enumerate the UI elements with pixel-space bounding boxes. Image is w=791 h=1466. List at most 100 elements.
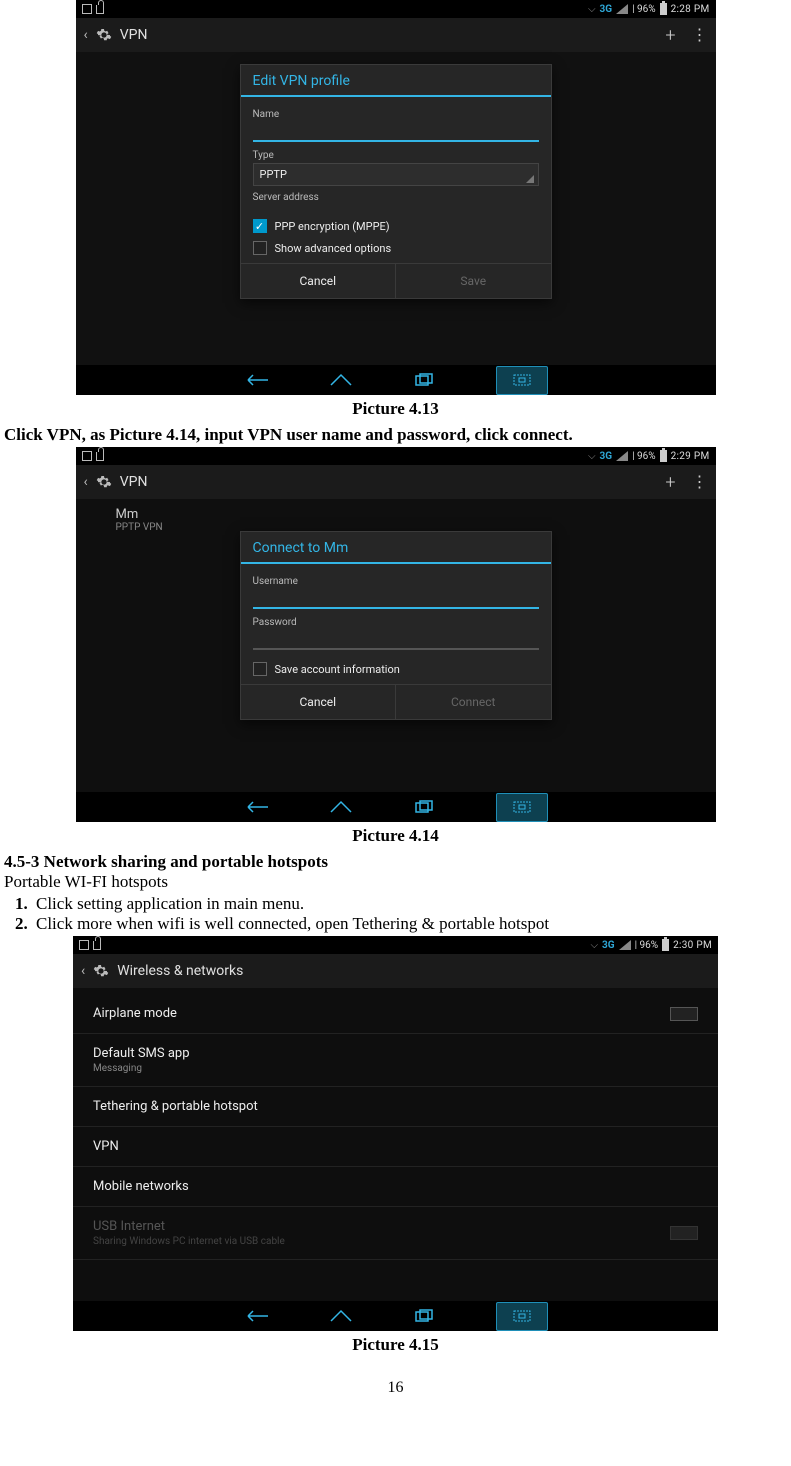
step-2: Click more when wifi is well connected, … — [32, 914, 787, 934]
nav-bar — [76, 365, 716, 395]
usb-internet-item: USB Internet Sharing Windows PC internet… — [73, 1207, 718, 1260]
back-caret-icon[interactable]: ‹ — [84, 474, 88, 490]
back-caret-icon[interactable]: ‹ — [81, 963, 85, 979]
caption-4-14: Picture 4.14 — [4, 826, 787, 846]
nav-home-icon[interactable] — [328, 1308, 354, 1324]
status-bar: ⌵ 3G | 96% 2:30 PM — [73, 936, 718, 954]
tethering-label: Tethering & portable hotspot — [93, 1099, 258, 1114]
settings-gear-icon[interactable] — [93, 963, 109, 979]
step-1: Click setting application in main menu. — [32, 894, 787, 914]
mobile-networks-item[interactable]: Mobile networks — [73, 1167, 718, 1207]
signal-icon — [616, 4, 628, 14]
airplane-mode-label: Airplane mode — [93, 1006, 177, 1021]
section-heading: 4.5-3 Network sharing and portable hotsp… — [4, 852, 787, 872]
settings-gear-icon[interactable] — [96, 474, 112, 490]
usb-internet-label: USB Internet — [93, 1219, 165, 1234]
default-sms-label: Default SMS app — [93, 1046, 190, 1061]
nav-back-icon[interactable] — [244, 372, 270, 388]
save-account-row[interactable]: Save account information — [253, 658, 539, 680]
battery-icon — [660, 450, 667, 462]
ppp-encryption-checkbox[interactable]: ✓ — [253, 219, 267, 233]
network-3g-label: 3G — [600, 4, 613, 15]
nav-back-icon[interactable] — [244, 799, 270, 815]
nav-screenshot-button[interactable] — [496, 366, 548, 395]
type-select[interactable]: PPTP — [253, 163, 539, 186]
caption-4-13: Picture 4.13 — [4, 399, 787, 419]
battery-icon — [662, 939, 669, 951]
settings-list: Airplane mode Default SMS app Messaging … — [73, 988, 718, 1301]
overflow-menu-icon[interactable]: ⋮ — [692, 27, 708, 43]
airplane-mode-toggle[interactable] — [670, 1007, 698, 1021]
steps-list: Click setting application in main menu. … — [4, 894, 787, 934]
network-3g-label: 3G — [600, 451, 613, 462]
caption-4-15: Picture 4.15 — [4, 1335, 787, 1355]
dialog-title: Edit VPN profile — [241, 65, 551, 97]
add-vpn-button[interactable]: + — [665, 472, 675, 493]
default-sms-item[interactable]: Default SMS app Messaging — [73, 1034, 718, 1087]
nav-recent-icon[interactable] — [412, 372, 438, 388]
overflow-menu-icon[interactable]: ⋮ — [692, 474, 708, 490]
airplane-mode-item[interactable]: Airplane mode — [73, 994, 718, 1034]
name-label: Name — [253, 109, 539, 120]
nav-back-icon[interactable] — [244, 1308, 270, 1324]
screenshot-4-14: ⌵ 3G | 96% 2:29 PM ‹ VPN + ⋮ Mm PPTP VPN — [76, 447, 716, 822]
server-address-label: Server address — [253, 192, 539, 203]
actionbar-title: VPN — [120, 27, 658, 43]
status-bar: ⌵ 3G | 96% 2:29 PM — [76, 447, 716, 465]
vpn-label: VPN — [93, 1139, 119, 1154]
clock-time: 2:29 PM — [671, 451, 710, 462]
screen-body: Airplane mode Default SMS app Messaging … — [73, 988, 718, 1301]
show-advanced-row[interactable]: Show advanced options — [253, 237, 539, 259]
actionbar-title: Wireless & networks — [117, 963, 710, 979]
portable-wifi-line: Portable WI-FI hotspots — [4, 872, 787, 892]
nav-screenshot-button[interactable] — [496, 1302, 548, 1331]
signal-icon — [616, 451, 628, 461]
save-account-checkbox[interactable] — [253, 662, 267, 676]
instruction-line-1: Click VPN, as Picture 4.14, input VPN us… — [4, 425, 787, 445]
actionbar-title: VPN — [120, 474, 658, 490]
connect-button[interactable]: Connect — [395, 685, 551, 719]
screen-body: Mm PPTP VPN Connect to Mm Username Passw… — [76, 499, 716, 792]
add-vpn-button[interactable]: + — [665, 25, 675, 46]
signal-icon — [619, 940, 631, 950]
type-value: PPTP — [260, 168, 287, 181]
username-label: Username — [253, 576, 539, 587]
nav-bar — [73, 1301, 718, 1331]
lock-icon — [96, 452, 104, 461]
settings-gear-icon[interactable] — [96, 27, 112, 43]
password-input[interactable] — [253, 630, 539, 650]
show-advanced-checkbox[interactable] — [253, 241, 267, 255]
mobile-networks-label: Mobile networks — [93, 1179, 189, 1194]
sdcard-icon — [79, 940, 89, 950]
cancel-button[interactable]: Cancel — [241, 685, 396, 719]
battery-icon — [660, 3, 667, 15]
vpn-entry-name: Mm — [116, 507, 163, 522]
vpn-list-entry[interactable]: Mm PPTP VPN — [116, 507, 163, 533]
nav-home-icon[interactable] — [328, 372, 354, 388]
tethering-item[interactable]: Tethering & portable hotspot — [73, 1087, 718, 1127]
nav-recent-icon[interactable] — [412, 1308, 438, 1324]
clock-time: 2:28 PM — [671, 4, 710, 15]
name-input[interactable] — [253, 122, 539, 142]
nav-home-icon[interactable] — [328, 799, 354, 815]
password-label: Password — [253, 617, 539, 628]
battery-percent: | 96% — [632, 451, 656, 462]
cancel-button[interactable]: Cancel — [241, 264, 396, 298]
type-label: Type — [253, 150, 539, 161]
back-caret-icon[interactable]: ‹ — [84, 27, 88, 43]
edit-vpn-dialog: Edit VPN profile Name Type PPTP Server a… — [240, 64, 552, 299]
nav-screenshot-button[interactable] — [496, 793, 548, 822]
connect-vpn-dialog: Connect to Mm Username Password Save acc… — [240, 531, 552, 720]
lock-icon — [93, 941, 101, 950]
username-input[interactable] — [253, 589, 539, 609]
dialog-title: Connect to Mm — [241, 532, 551, 564]
nav-recent-icon[interactable] — [412, 799, 438, 815]
clock-time: 2:30 PM — [673, 940, 712, 951]
vpn-item[interactable]: VPN — [73, 1127, 718, 1167]
save-button[interactable]: Save — [395, 264, 551, 298]
screenshot-4-15: ⌵ 3G | 96% 2:30 PM ‹ Wireless & networks… — [73, 936, 718, 1331]
save-account-label: Save account information — [275, 663, 400, 676]
ppp-encryption-row[interactable]: ✓ PPP encryption (MPPE) — [253, 215, 539, 237]
nav-bar — [76, 792, 716, 822]
action-bar: ‹ Wireless & networks — [73, 954, 718, 989]
